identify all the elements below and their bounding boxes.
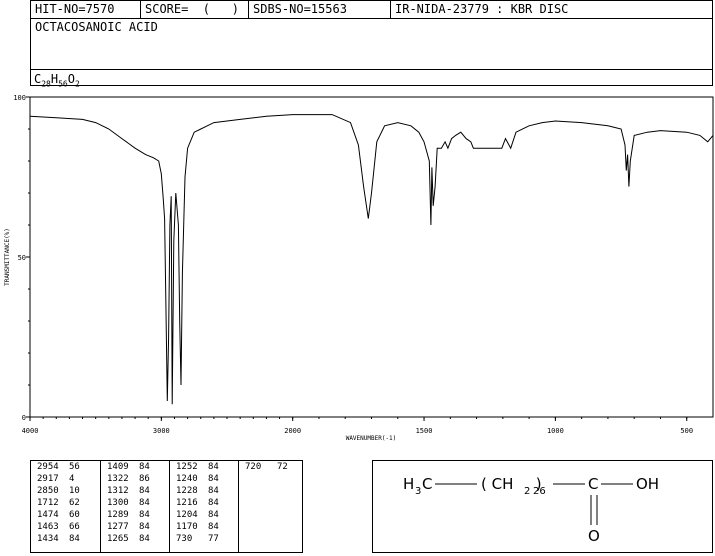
peak-row: 1277 84 xyxy=(107,522,150,532)
peak-row: 730 77 xyxy=(176,534,219,544)
spectrum-header: HIT-NO=7570 SCORE= ( ) SDBS-NO=15563 IR-… xyxy=(30,0,713,88)
struct-h: H xyxy=(403,475,414,493)
peak-column: 2954 56 2917 4 2850 10 1712 62 1474 60 1463 66… xyxy=(31,461,101,552)
x-tick-label: 1000 xyxy=(547,427,564,435)
peak-row: 1300 84 xyxy=(107,498,150,508)
struct-ch2: ( CH xyxy=(481,475,513,493)
x-tick-label: 2000 xyxy=(284,427,301,435)
struct-oxygen: O xyxy=(588,527,600,545)
struct-repeat: 26 xyxy=(533,486,546,497)
ir-spectrum-chart: 100 50 0 4000 3000 2000 1500 1000 500 WA… xyxy=(4,94,714,442)
peak-row: 1463 66 xyxy=(37,522,80,532)
compound-name: OCTACOSANOIC ACID xyxy=(35,20,158,34)
struct-h-sub: 3 xyxy=(415,486,421,497)
peak-row: 1434 84 xyxy=(37,534,80,544)
x-tick-label: 3000 xyxy=(153,427,170,435)
spectrum-line xyxy=(29,114,714,405)
structure-formula: H 3 C ( CH 2 ) 26 C OH O xyxy=(403,475,659,545)
peak-row: 2917 4 xyxy=(37,474,75,484)
peak-column: 720 72 xyxy=(239,461,302,552)
peak-row: 1252 84 xyxy=(176,462,219,472)
peak-row: 1312 84 xyxy=(107,486,150,496)
peak-row: 1216 84 xyxy=(176,498,219,508)
peak-row: 1712 62 xyxy=(37,498,80,508)
axis-ticks xyxy=(26,96,688,421)
struct-carbon: C xyxy=(588,475,598,493)
x-tick-label: 1500 xyxy=(416,427,433,435)
peak-row: 1409 84 xyxy=(107,462,150,472)
peak-row: 1170 84 xyxy=(176,522,219,532)
y-tick-label: 50 xyxy=(18,254,26,262)
sdbs-number: SDBS-NO=15563 xyxy=(249,1,391,18)
y-tick-label: 0 xyxy=(22,414,26,422)
peak-row: 1228 84 xyxy=(176,486,219,496)
peak-column: 1252 84 1240 84 1228 84 1216 84 1204 84 1170 8… xyxy=(170,461,239,552)
peak-row: 2850 10 xyxy=(37,486,80,496)
x-tick-label: 500 xyxy=(680,427,693,435)
peak-row: 2954 56 xyxy=(37,462,80,472)
structure-box: H 3 C ( CH 2 ) 26 C OH O xyxy=(372,460,713,553)
molecular-formula: C28H56O2 xyxy=(31,69,712,88)
ir-method: IR-NIDA-23779 : KBR DISC xyxy=(395,2,569,16)
x-axis-label: WAVENUMBER(-1) xyxy=(346,435,397,442)
struct-c: C xyxy=(422,475,432,493)
x-tick-label: 4000 xyxy=(22,427,39,435)
struct-ch2-sub: 2 xyxy=(524,486,530,497)
peak-row: 1265 84 xyxy=(107,534,150,544)
plot-frame xyxy=(29,96,714,418)
header-row: HIT-NO=7570 SCORE= ( ) SDBS-NO=15563 IR-… xyxy=(31,1,712,19)
peak-row: 1474 60 xyxy=(37,510,80,520)
peak-row: 1322 86 xyxy=(107,474,150,484)
peak-row: 1204 84 xyxy=(176,510,219,520)
peak-column: 1409 84 1322 86 1312 84 1300 84 1289 84 1277 8… xyxy=(101,461,170,552)
peak-row: 1240 84 xyxy=(176,474,219,484)
struct-oh: OH xyxy=(636,475,659,493)
hit-number: HIT-NO=7570 xyxy=(31,1,141,18)
score: SCORE= ( ) xyxy=(141,1,249,18)
y-axis-label: TRANSMITTANCE(%) xyxy=(4,228,11,286)
peak-table: 2954 56 2917 4 2850 10 1712 62 1474 60 1463 66… xyxy=(30,460,303,553)
peak-row: 1289 84 xyxy=(107,510,150,520)
y-tick-label: 100 xyxy=(13,94,26,102)
peak-row: 720 72 xyxy=(245,462,288,472)
